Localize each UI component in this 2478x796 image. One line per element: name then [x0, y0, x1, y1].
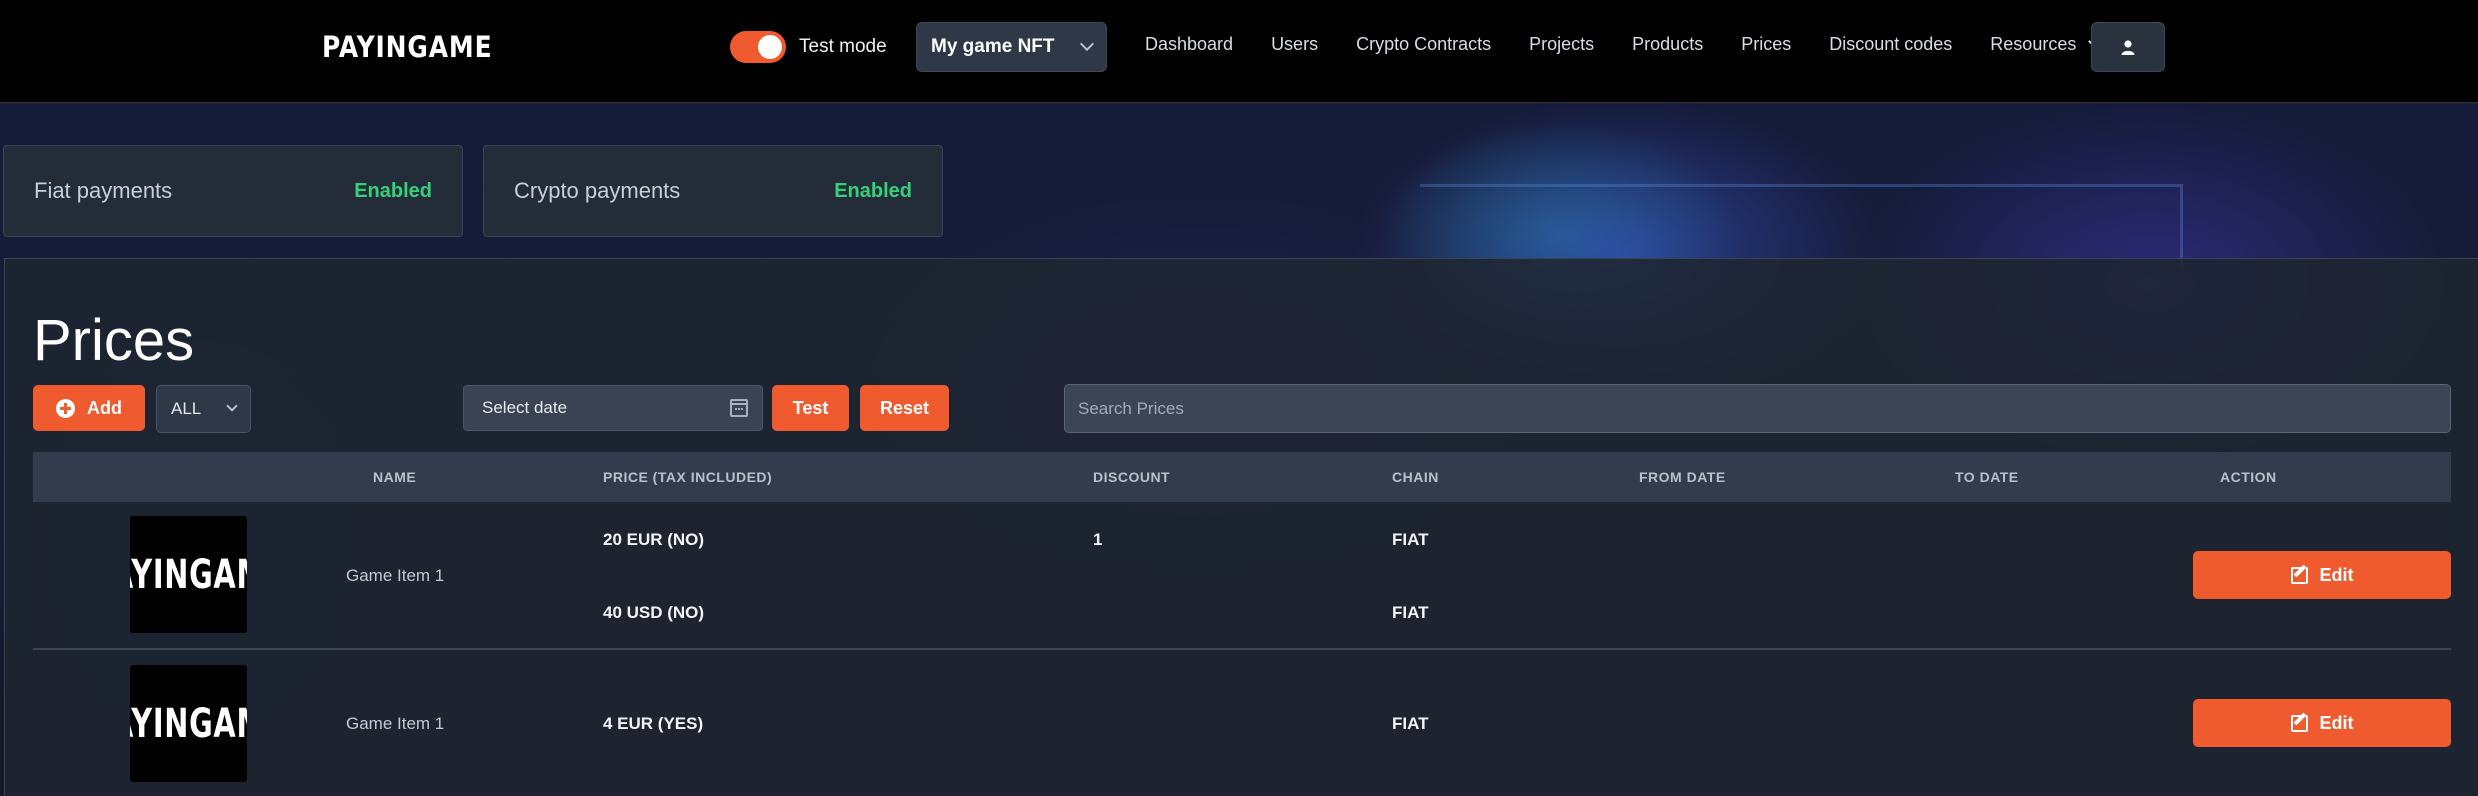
user-icon — [2121, 39, 2135, 55]
nav-projects[interactable]: Projects — [1529, 34, 1594, 55]
product-thumbnail: PAYINGAME — [130, 665, 247, 782]
search-input[interactable] — [1064, 384, 2451, 433]
thumbnail-logo-text: PAYINGAME — [130, 551, 247, 598]
chevron-down-icon — [226, 400, 238, 412]
edit-icon — [2290, 566, 2308, 584]
column-header-name[interactable]: NAME — [373, 469, 416, 485]
nav-dashboard[interactable]: Dashboard — [1145, 34, 1233, 55]
column-header-to-date[interactable]: TO DATE — [1955, 469, 2019, 485]
nav-users[interactable]: Users — [1271, 34, 1318, 55]
reset-button-label: Reset — [879, 397, 930, 418]
column-header-from-date[interactable]: FROM DATE — [1639, 469, 1726, 485]
edit-button-label: Edit — [2319, 564, 2354, 585]
edit-button[interactable]: Edit — [2193, 551, 2451, 599]
nav-crypto-contracts[interactable]: Crypto Contracts — [1356, 34, 1491, 55]
calendar-icon[interactable] — [730, 399, 748, 417]
reset-button[interactable]: Reset — [860, 385, 949, 431]
test-mode-label: Test mode — [799, 36, 887, 57]
status-badge: Enabled — [834, 179, 912, 202]
plus-circle-icon — [56, 398, 75, 418]
status-badge: Enabled — [354, 179, 432, 202]
discount-value: 1 — [1093, 530, 1103, 549]
date-picker-input[interactable]: Select date — [463, 385, 763, 431]
edit-button-label: Edit — [2319, 712, 2354, 733]
price-amount: 20 EUR (NO) — [603, 530, 705, 549]
nav-discount-codes[interactable]: Discount codes — [1829, 34, 1952, 55]
top-navigation-bar: PAYINGAME Test mode My game NFT Dashboar… — [0, 0, 2478, 103]
nav-products[interactable]: Products — [1632, 34, 1703, 55]
thumbnail-logo-text: PAYINGAME — [130, 700, 247, 747]
add-button[interactable]: Add — [33, 385, 145, 431]
price-item-name: Game Item 1 — [346, 714, 445, 733]
card-title: Crypto payments — [514, 178, 681, 203]
chain-value: FIAT — [1392, 603, 1429, 622]
column-header-action: ACTION — [2220, 469, 2277, 485]
add-button-label: Add — [87, 397, 122, 418]
chevron-down-icon — [1079, 36, 1095, 52]
nav-resources[interactable]: Resources — [1990, 34, 2102, 55]
card-title: Fiat payments — [34, 178, 173, 203]
test-button-label: Test — [792, 397, 829, 418]
project-select-value: My game NFT — [931, 36, 1055, 57]
price-amount: 4 EUR (YES) — [603, 714, 704, 733]
product-thumbnail: PAYINGAME — [130, 516, 247, 633]
chain-filter-select[interactable]: ALL — [156, 385, 251, 433]
crypto-payments-card: Crypto payments Enabled — [483, 145, 943, 237]
column-header-price[interactable]: PRICE (TAX INCLUDED) — [603, 469, 772, 485]
chain-value: FIAT — [1392, 714, 1429, 733]
toggle-knob — [758, 35, 782, 59]
nav-resources-label: Resources — [1990, 34, 2077, 54]
project-select[interactable]: My game NFT — [916, 22, 1107, 72]
test-button[interactable]: Test — [772, 385, 849, 431]
edit-icon — [2290, 714, 2308, 732]
page-title: Prices — [33, 308, 195, 373]
price-amount: 40 USD (NO) — [603, 603, 705, 622]
column-header-chain[interactable]: CHAIN — [1392, 469, 1439, 485]
test-mode-toggle[interactable] — [730, 31, 786, 63]
edit-button[interactable]: Edit — [2193, 699, 2451, 747]
nav-prices[interactable]: Prices — [1741, 34, 1791, 55]
table-header: NAME PRICE (TAX INCLUDED) DISCOUNT CHAIN… — [33, 452, 2451, 502]
user-menu-button[interactable] — [2091, 22, 2165, 72]
column-header-discount[interactable]: DISCOUNT — [1093, 469, 1170, 485]
main-nav: Dashboard Users Crypto Contracts Project… — [1145, 34, 2102, 55]
filter-select-value: ALL — [171, 399, 202, 418]
date-placeholder: Select date — [482, 398, 568, 417]
price-item-name: Game Item 1 — [346, 566, 445, 585]
chain-value: FIAT — [1392, 530, 1429, 549]
app-logo[interactable]: PAYINGAME — [322, 30, 492, 64]
fiat-payments-card: Fiat payments Enabled — [3, 145, 463, 237]
